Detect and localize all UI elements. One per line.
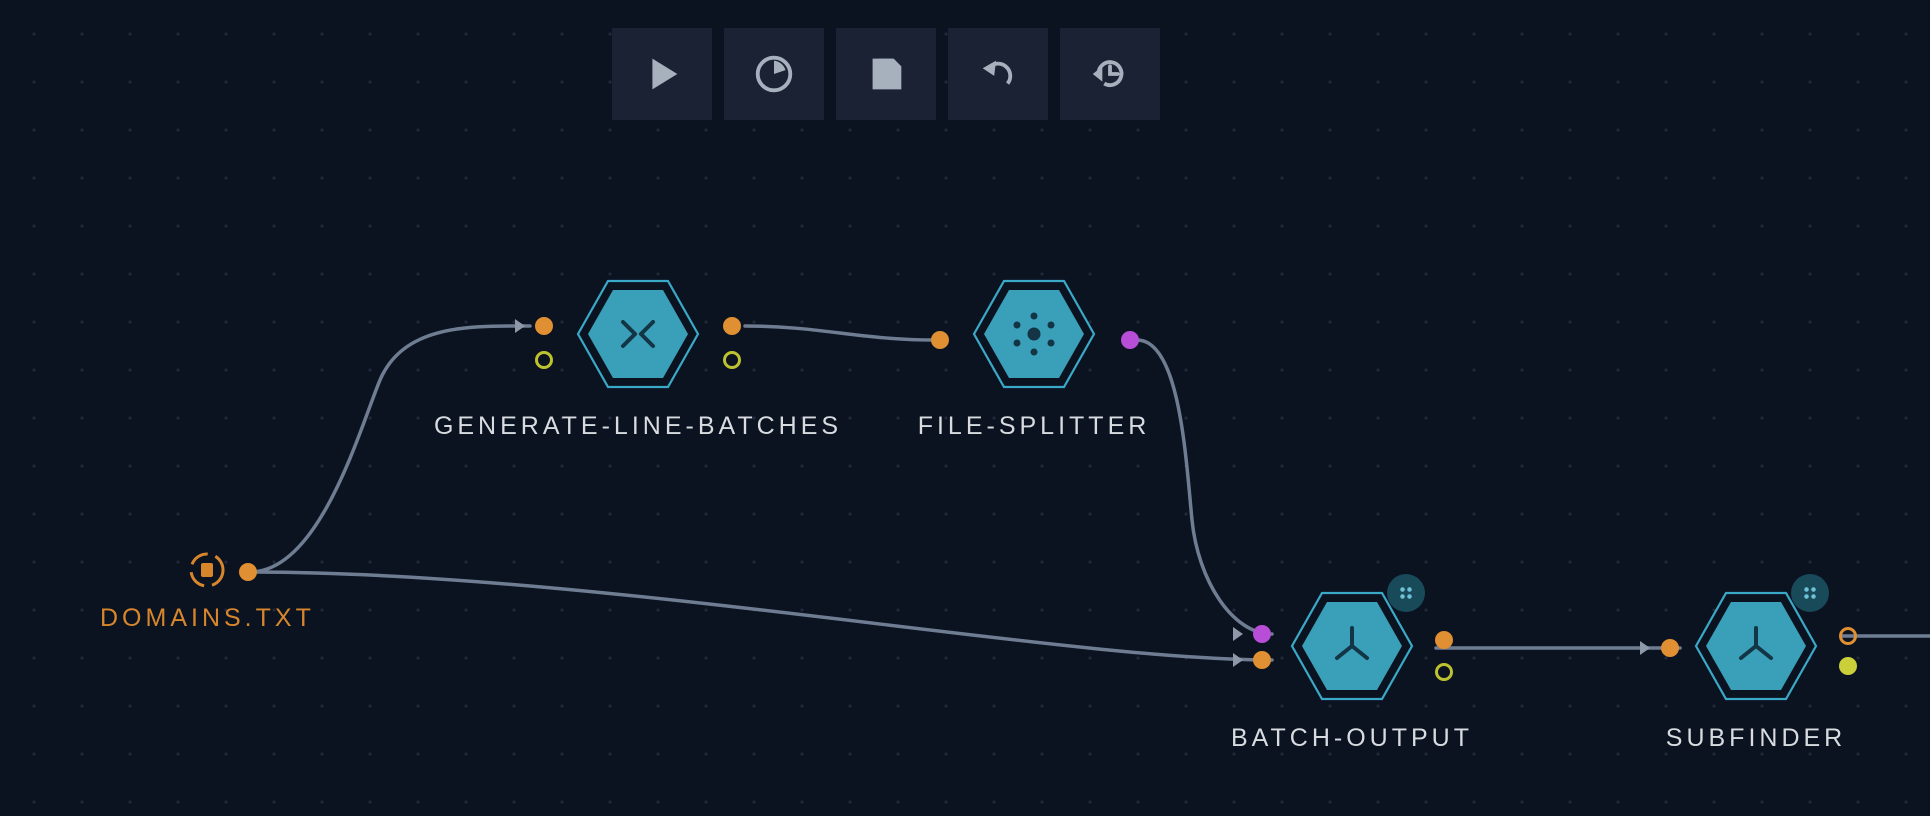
batchout-out-main[interactable]: [1435, 631, 1453, 649]
node-label: GENERATE-LINE-BATCHES: [434, 412, 842, 441]
batchout-arrow-2: [1233, 653, 1243, 667]
genlines-in-main[interactable]: [535, 317, 553, 335]
play-button[interactable]: [612, 28, 712, 120]
genlines-arrow-in: [515, 319, 525, 333]
node-badge-icon[interactable]: [1791, 574, 1829, 612]
batchout-arrow-1: [1233, 627, 1243, 641]
genlines-in-opt[interactable]: [535, 351, 553, 369]
file-out-port[interactable]: [239, 563, 257, 581]
genlines-out-opt[interactable]: [723, 351, 741, 369]
file-label: DOMAINS.TXT: [100, 604, 315, 633]
node-domains-file[interactable]: DOMAINS.TXT: [100, 550, 315, 633]
batchout-in-2[interactable]: [1253, 651, 1271, 669]
undo-button[interactable]: [948, 28, 1048, 120]
canvas-grid: [0, 0, 1930, 816]
batchout-out-opt[interactable]: [1435, 663, 1453, 681]
node-label: BATCH-OUTPUT: [1231, 724, 1473, 753]
node-label: SUBFINDER: [1666, 724, 1846, 753]
batchout-in-1[interactable]: [1253, 625, 1271, 643]
subfinder-arrow-in: [1640, 641, 1650, 655]
file-icon: [187, 550, 227, 590]
genlines-out-main[interactable]: [723, 317, 741, 335]
subfinder-in[interactable]: [1661, 639, 1679, 657]
filesplit-in[interactable]: [931, 331, 949, 349]
history-button[interactable]: [1060, 28, 1160, 120]
node-label: FILE-SPLITTER: [918, 412, 1151, 441]
filesplit-out[interactable]: [1121, 331, 1139, 349]
schedule-button[interactable]: [724, 28, 824, 120]
toolbar: [612, 28, 1160, 120]
save-button[interactable]: [836, 28, 936, 120]
subfinder-out-2[interactable]: [1839, 657, 1857, 675]
node-badge-icon[interactable]: [1387, 574, 1425, 612]
subfinder-out-1[interactable]: [1839, 627, 1857, 645]
